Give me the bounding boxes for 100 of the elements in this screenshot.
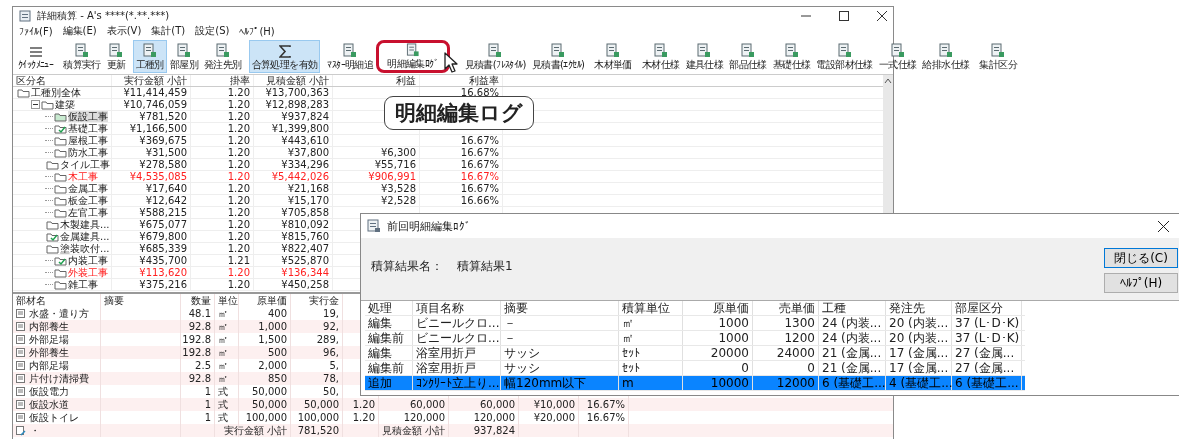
toolbar-button[interactable]: 木材仕様 <box>638 39 683 73</box>
toolbar-button[interactable]: 建具仕様 <box>682 39 727 73</box>
toolbar-button[interactable]: 集計区分 <box>976 39 1020 73</box>
tree-item[interactable]: 建築 <box>55 99 75 110</box>
close-icon[interactable] <box>877 10 887 21</box>
table-cell: ¥815,760 <box>281 231 329 242</box>
toolbar-button[interactable]: ﾏｽﾀｰ明細追 <box>324 39 377 73</box>
table-cell: サッシ <box>501 346 619 360</box>
table-cell: ¥17,640 <box>145 183 187 194</box>
column-header[interactable]: 摘要 <box>101 294 181 307</box>
column-header[interactable]: 原単価 <box>683 301 753 315</box>
table-cell: 0 <box>753 361 819 375</box>
tree-item[interactable]: 外装工事 <box>68 267 108 278</box>
column-header[interactable]: 積算単位 <box>619 301 683 315</box>
table-cell: ¥525,870 <box>281 255 329 266</box>
toolbar-button[interactable]: 工種別 <box>132 39 167 73</box>
toolbar-button[interactable]: 電設部材仕様 <box>813 39 876 73</box>
toolbar-button[interactable]: 積算実行 <box>60 39 104 73</box>
column-header[interactable]: 部屋区分 <box>952 301 1022 315</box>
table-cell: ¥12,642 <box>145 195 187 206</box>
log-row[interactable]: 追加 ｺﾝｸﾘｰﾄ立上り... 幅120mm以下 m 10000 12000 6 (基礎工... 4 (基礎工... 6 (基礎工... <box>365 376 1025 391</box>
toolbar-button[interactable]: 基礎仕様 <box>769 39 814 73</box>
column-header[interactable]: 発注先 <box>886 301 952 315</box>
column-header[interactable]: 実行金 <box>291 294 343 307</box>
column-header[interactable]: 利益率 <box>420 75 503 86</box>
column-header[interactable]: 工種 <box>819 301 886 315</box>
column-header[interactable]: 処理 <box>365 301 413 315</box>
table-cell: 1.20 <box>227 123 250 134</box>
document-icon <box>837 42 852 58</box>
table-cell: ㎡ <box>218 359 228 372</box>
toolbar-button[interactable]: 更新 <box>103 39 129 73</box>
menu-item[interactable]: 表示(V) <box>106 24 142 38</box>
toolbar-button[interactable]: ｸｲｯｸﾒﾆｭｰ <box>15 39 57 73</box>
toolbar-button[interactable]: 給排水仕様 <box>919 39 973 73</box>
toolbar-button[interactable]: 発注先別 <box>201 39 245 73</box>
menu-item[interactable]: ﾍﾙﾌﾟ(H) <box>239 25 275 37</box>
tree-item[interactable]: 金属建具... <box>60 231 110 242</box>
menu-item[interactable]: ﾌｧｲﾙ(F) <box>19 25 53 37</box>
maximize-icon[interactable] <box>839 10 849 21</box>
table-cell: 1.20 <box>227 279 250 290</box>
close-icon[interactable] <box>1158 220 1169 232</box>
tree-item[interactable]: 防水工事 <box>68 147 108 158</box>
table-cell: 16.67% <box>586 398 625 411</box>
tree-item[interactable]: 工種別全体 <box>31 87 81 98</box>
tree-item[interactable]: タイル工事 <box>60 159 110 170</box>
tree-item[interactable]: 内装工事 <box>68 255 108 266</box>
toolbar-button[interactable]: 部品仕様 <box>726 39 770 73</box>
table-cell: 1,000 <box>258 320 287 333</box>
table-cell: ¥334,296 <box>281 159 329 170</box>
document-icon <box>697 42 712 58</box>
tree-item[interactable]: 金属工事 <box>68 183 108 194</box>
log-row[interactable]: 編集 ビニールクロ... － ㎡ 1000 1300 24 (内装... 20 (内装... 37 (L･D･K) <box>365 316 1025 331</box>
tree-item[interactable]: 左官工事 <box>68 207 108 218</box>
column-header[interactable]: 見積金額 小計 <box>254 75 333 86</box>
dialog-button[interactable]: 閉じる(C) <box>1104 248 1178 268</box>
toolbar-button[interactable]: 見積書(ﾌﾚｽﾀｲﾙ) <box>461 39 529 73</box>
table-cell: 781,520 <box>297 424 339 437</box>
tree-item[interactable]: 仮設工事 <box>68 111 108 122</box>
menu-icon <box>28 45 43 58</box>
tree-item[interactable]: 屋根工事 <box>68 135 108 146</box>
table-cell: 50,000 <box>304 398 339 411</box>
table-cell: 1 <box>204 385 211 398</box>
tree-item[interactable]: 木工事 <box>68 171 98 182</box>
menu-item[interactable]: 集計(T) <box>151 24 186 38</box>
table-cell: 16.67% <box>586 411 625 424</box>
table-cell: 1.20 <box>227 207 250 218</box>
column-header[interactable]: 区分名 <box>13 75 112 86</box>
toolbar-button[interactable]: 合算処理を有効 <box>248 39 321 73</box>
tree-item[interactable]: 塗装吹付... <box>60 243 110 254</box>
column-header[interactable]: 摘要 <box>501 301 619 315</box>
column-header[interactable]: 数量 <box>181 294 215 307</box>
scroll-up-icon[interactable] <box>884 78 892 84</box>
tree-item[interactable]: 板金工事 <box>68 195 108 206</box>
tree-item[interactable]: 基礎工事 <box>68 123 108 134</box>
dialog-button[interactable]: ﾍﾙﾌﾟ(H) <box>1104 273 1178 293</box>
toolbar-button[interactable]: 木材単価 <box>591 39 635 73</box>
column-header[interactable]: 売単価 <box>753 301 819 315</box>
tree-item[interactable]: 雑工事 <box>68 279 98 290</box>
column-header[interactable]: 実行金額 小計 <box>112 75 191 86</box>
toolbar-button[interactable]: 見積書(ｴｸｾﾙ) <box>528 39 588 73</box>
table-cell: 式 <box>218 385 228 398</box>
column-header[interactable]: 部材名 <box>13 294 101 307</box>
tree-item[interactable]: 木製建具... <box>60 219 110 230</box>
toolbar-button[interactable]: 部屋別 <box>166 39 202 73</box>
column-header[interactable]: 項目名称 <box>413 301 501 315</box>
log-row[interactable]: 編集前 ビニールクロ... － ㎡ 1000 1200 24 (内装... 20 (内装... 37 (L･D･K) <box>365 331 1025 346</box>
column-header[interactable]: 利益 <box>333 75 420 86</box>
table-cell: 16.67% <box>460 183 499 194</box>
column-header[interactable]: 掛率 <box>191 75 254 86</box>
menu-item[interactable]: 設定(S) <box>195 24 230 38</box>
column-header[interactable]: 原単価 <box>239 294 291 307</box>
collapse-icon[interactable] <box>31 100 40 109</box>
table-cell: 20000 <box>683 346 753 360</box>
table-cell: ¥5,442,026 <box>271 171 329 182</box>
column-header[interactable]: 単位 <box>215 294 239 307</box>
toolbar-button[interactable]: 一式仕様 <box>875 39 920 73</box>
menu-item[interactable]: 編集(E) <box>62 24 97 38</box>
log-row[interactable]: 編集 浴室用折戸 サッシ ｾｯﾄ 20000 24000 21 (金属... 17 (金属... 27 (金属... <box>365 346 1025 361</box>
table-cell: 17 (金属... <box>886 346 952 360</box>
document-icon <box>215 42 230 58</box>
